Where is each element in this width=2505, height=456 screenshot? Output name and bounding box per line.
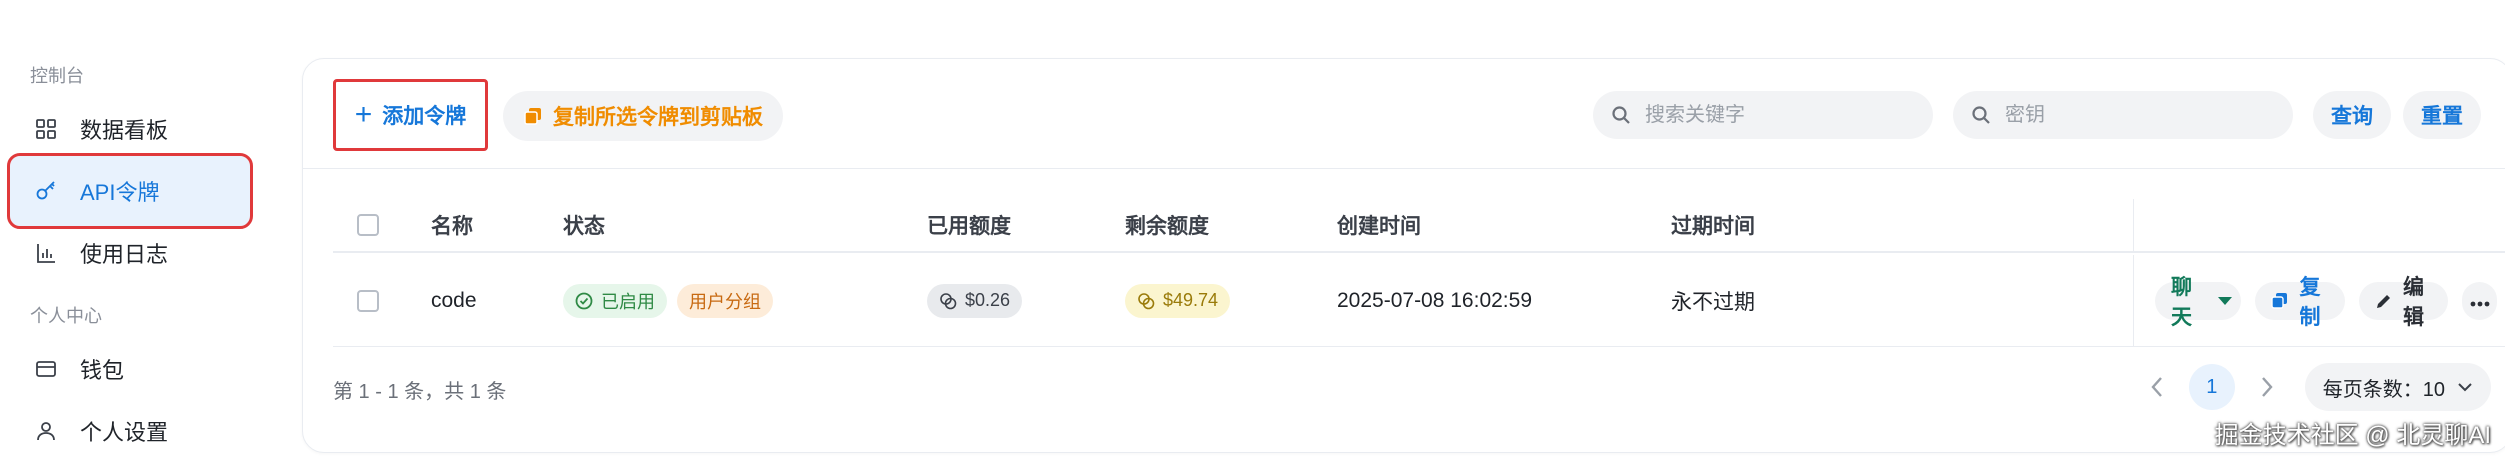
header-name: 名称 [431, 215, 473, 238]
group-badge: 用户分组 [677, 283, 773, 318]
toolbar: + 添加令牌 复制所选令牌到剪贴板 查询 [303, 59, 2505, 169]
expire-time: 永不过期 [1671, 290, 1755, 314]
page-number-current[interactable]: 1 [2188, 364, 2235, 410]
header-created-time: 创建时间 [1337, 215, 1421, 238]
coins-icon [939, 292, 957, 310]
bar-chart-icon [32, 239, 60, 267]
caret-down-icon[interactable] [2217, 295, 2233, 307]
table-header: 名称 状态 已用额度 剩余额度 创建时间 过期时间 [333, 199, 2505, 253]
sidebar-item-label: 个人设置 [80, 420, 169, 445]
sidebar-section-console: 控制台 [30, 66, 84, 86]
copy-selected-tokens-button[interactable]: 复制所选令牌到剪贴板 [503, 91, 783, 141]
sidebar-item-wallet[interactable]: 钱包 [10, 334, 250, 404]
next-page-button[interactable] [2247, 367, 2287, 407]
dashboard-icon [32, 115, 60, 143]
sidebar-item-label: 钱包 [80, 358, 125, 383]
header-remaining-quota: 剩余额度 [1125, 215, 1209, 238]
remaining-quota-value: $49.74 [1163, 290, 1219, 310]
plus-icon: + [354, 98, 373, 131]
pagination: 1 每页条数：10 [2137, 357, 2491, 417]
edit-label: 编辑 [2402, 275, 2424, 329]
search-key-field[interactable] [1953, 91, 2293, 139]
remaining-quota-badge: $49.74 [1125, 283, 1231, 318]
status-badge: 已启用 [563, 283, 667, 318]
chevron-down-icon [2457, 382, 2473, 392]
used-quota-badge: $0.26 [927, 283, 1023, 318]
more-button[interactable] [2462, 281, 2497, 320]
sidebar-section-personal: 个人中心 [30, 306, 102, 326]
user-icon [32, 417, 60, 445]
page-size-label: 每页条数：10 [2322, 378, 2445, 401]
search-icon [1611, 105, 1631, 125]
key-icon [32, 177, 60, 205]
sidebar: 控制台 数据看板 API令牌 使用日志 个人中心 钱包 个人设置 [0, 0, 300, 456]
add-token-label: 添加令牌 [382, 105, 467, 128]
sidebar-item-usage-logs[interactable]: 使用日志 [10, 218, 250, 288]
copy-button[interactable]: 复制 [2255, 276, 2345, 329]
pagination-summary: 第 1 - 1 条，共 1 条 [333, 380, 507, 403]
chat-button[interactable]: 聊天 [2155, 276, 2242, 329]
coins-icon [1137, 292, 1155, 310]
search-icon [1971, 105, 1991, 125]
check-circle-icon [575, 292, 593, 310]
query-button[interactable]: 查询 [2313, 91, 2391, 139]
pencil-icon [2375, 292, 2393, 310]
watermark: 掘金技术社区 @ 北灵聊AI [2214, 422, 2491, 449]
row-actions: 聊天 复制 编辑 [2155, 255, 2505, 346]
token-table-card: + 添加令牌 复制所选令牌到剪贴板 查询 [302, 58, 2505, 453]
reset-button[interactable]: 重置 [2403, 91, 2481, 139]
token-name: code [431, 288, 477, 312]
row-checkbox[interactable] [357, 289, 379, 312]
header-status: 状态 [563, 215, 605, 238]
sidebar-item-api-tokens[interactable]: API令牌 [7, 153, 253, 229]
used-quota-value: $0.26 [965, 290, 1011, 310]
column-divider [2133, 199, 2134, 251]
sidebar-item-dashboard[interactable]: 数据看板 [10, 94, 250, 164]
column-divider [2133, 255, 2134, 346]
sidebar-item-label: API令牌 [80, 180, 160, 205]
sidebar-item-label: 数据看板 [80, 118, 169, 143]
copy-label: 复制 [2299, 275, 2321, 329]
prev-page-button[interactable] [2137, 367, 2177, 407]
sidebar-item-settings[interactable]: 个人设置 [10, 396, 250, 456]
chat-label: 聊天 [2171, 275, 2192, 329]
sidebar-item-label: 使用日志 [80, 242, 169, 267]
status-label: 已启用 [601, 291, 655, 312]
select-all-checkbox[interactable] [357, 214, 379, 236]
app-root: 控制台 数据看板 API令牌 使用日志 个人中心 钱包 个人设置 + 添加令牌 … [0, 0, 2505, 456]
search-key-input[interactable] [2003, 102, 2263, 128]
edit-button[interactable]: 编辑 [2358, 276, 2449, 329]
copy-icon [523, 106, 543, 126]
search-keyword-input[interactable] [1643, 102, 1903, 128]
page-size-select[interactable]: 每页条数：10 [2304, 363, 2491, 411]
copy-icon [2271, 292, 2289, 310]
add-token-button[interactable]: + 添加令牌 [333, 79, 488, 151]
table-row: code 已启用 用户分组 $0.26 $49.74 2025-07-08 16… [333, 255, 2505, 347]
wallet-icon [32, 355, 60, 383]
header-used-quota: 已用额度 [927, 215, 1011, 238]
search-keyword-field[interactable] [1593, 91, 1933, 139]
created-time: 2025-07-08 16:02:59 [1337, 288, 1532, 312]
header-expire-time: 过期时间 [1671, 215, 1755, 238]
more-icon [2470, 289, 2490, 313]
copy-selected-label: 复制所选令牌到剪贴板 [553, 106, 763, 129]
